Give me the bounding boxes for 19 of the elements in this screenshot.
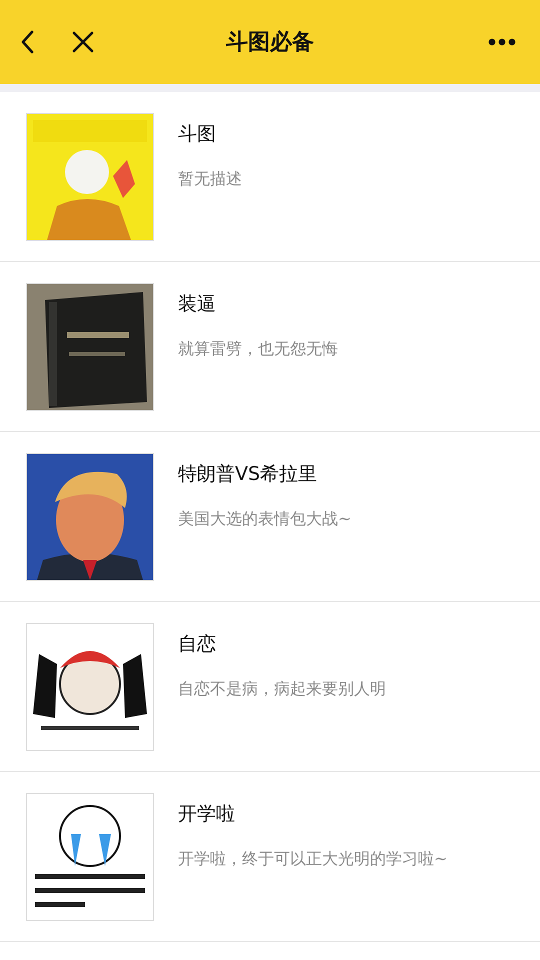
list-item[interactable]: 开学啦 开学啦，终于可以正大光明的学习啦~ [0,772,540,942]
list-item[interactable]: 特朗普VS希拉里 美国大选的表情包大战~ [0,432,540,602]
list-item[interactable]: 装逼 就算雷劈，也无怨无悔 [0,262,540,432]
item-description: 自恋不是病，病起来要别人明 [178,679,386,700]
item-description: 开学啦，终于可以正大光明的学习啦~ [178,849,448,870]
item-title: 特朗普VS希拉里 [178,462,318,487]
item-title: 自恋 [178,632,216,657]
nav-title: 斗图必备 [224,29,315,57]
list-item[interactable]: 自恋 自恋不是病，病起来要别人明 [0,602,540,772]
back-icon[interactable] [20,30,34,54]
close-icon[interactable] [72,31,94,53]
item-title: 开学啦 [178,802,235,827]
item-title: 装逼 [178,292,216,317]
more-icon[interactable] [488,38,516,46]
item-description: 就算雷劈，也无怨无悔 [178,339,338,360]
item-description: 美国大选的表情包大战~ [178,509,352,530]
list-item[interactable]: 斗图 暂无描述 [0,92,540,262]
item-description: 暂无描述 [178,169,242,190]
item-title: 斗图 [178,122,216,147]
